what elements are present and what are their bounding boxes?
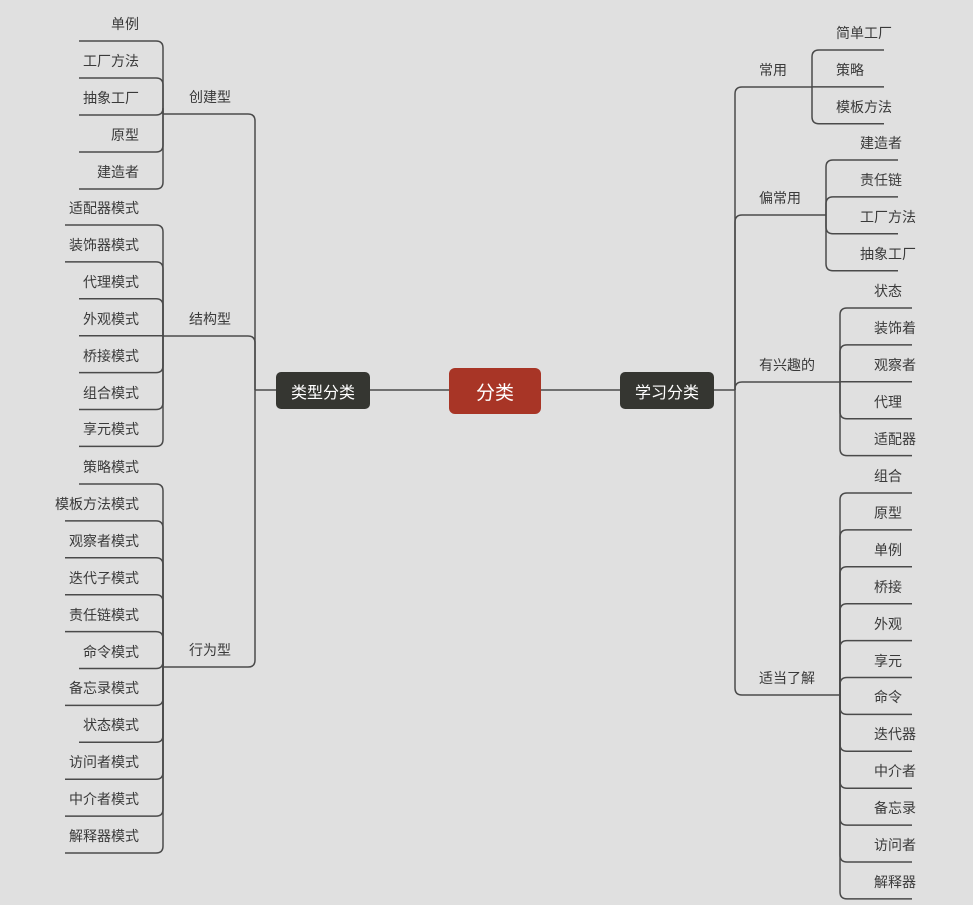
leaf-label-left[interactable]: 观察者模式 (69, 532, 139, 552)
leaf-label-right[interactable]: 模板方法 (836, 98, 892, 118)
leaf-label-left[interactable]: 状态模式 (83, 716, 139, 736)
leaf-label-right[interactable]: 享元 (874, 652, 902, 672)
connector-item (79, 107, 164, 116)
leaf-label-left[interactable]: 组合模式 (83, 384, 139, 404)
leaf-label-left[interactable]: 单例 (111, 15, 139, 35)
group-label-right[interactable]: 偏常用 (759, 189, 801, 209)
leaf-label-right[interactable]: 外观 (874, 615, 902, 635)
leaf-label-right[interactable]: 简单工厂 (836, 24, 892, 44)
connector-left-group (184, 390, 256, 668)
leaf-label-right[interactable]: 建造者 (860, 134, 902, 154)
group-label-right[interactable]: 常用 (759, 61, 787, 81)
leaf-label-right[interactable]: 解释器 (874, 873, 916, 893)
leaf-label-left[interactable]: 代理模式 (83, 273, 139, 293)
leaf-label-right[interactable]: 中介者 (874, 762, 916, 782)
leaf-label-left[interactable]: 备忘录模式 (69, 679, 139, 699)
leaf-label-right[interactable]: 迭代器 (874, 725, 916, 745)
leaf-label-right[interactable]: 状态 (874, 282, 902, 302)
leaf-label-right[interactable]: 观察者 (874, 356, 916, 376)
group-label-left[interactable]: 结构型 (189, 310, 231, 330)
connector-right-group (734, 390, 792, 696)
connector-lines (65, 40, 912, 900)
leaf-label-right[interactable]: 命令 (874, 688, 902, 708)
connector-right-group (734, 381, 792, 390)
leaf-label-left[interactable]: 抽象工厂 (83, 89, 139, 109)
leaf-label-left[interactable]: 访问者模式 (69, 753, 139, 773)
connector-right-group (734, 86, 792, 390)
group-label-left[interactable]: 创建型 (189, 88, 231, 108)
leaf-label-right[interactable]: 备忘录 (874, 799, 916, 819)
connector-item (79, 661, 164, 670)
leaf-label-right[interactable]: 原型 (874, 504, 902, 524)
leaf-label-left[interactable]: 解释器模式 (69, 827, 139, 847)
group-label-right[interactable]: 有兴趣的 (759, 356, 815, 376)
root-node[interactable]: 分类 (449, 368, 541, 414)
leaf-label-left[interactable]: 中介者模式 (69, 790, 139, 810)
leaf-label-left[interactable]: 模板方法模式 (55, 495, 139, 515)
leaf-label-right[interactable]: 访问者 (874, 836, 916, 856)
leaf-label-right[interactable]: 适配器 (874, 430, 916, 450)
leaf-label-right[interactable]: 桥接 (874, 578, 902, 598)
group-label-right[interactable]: 适当了解 (759, 669, 815, 689)
leaf-label-left[interactable]: 桥接模式 (83, 347, 139, 367)
branch-node-type-classification[interactable]: 类型分类 (276, 372, 370, 409)
leaf-label-left[interactable]: 原型 (111, 126, 139, 146)
leaf-label-left[interactable]: 适配器模式 (69, 199, 139, 219)
leaf-label-right[interactable]: 抽象工厂 (860, 245, 916, 265)
leaf-label-right[interactable]: 单例 (874, 541, 902, 561)
leaf-label-left[interactable]: 策略模式 (83, 458, 139, 478)
branch-node-learning-classification[interactable]: 学习分类 (620, 372, 714, 409)
leaf-label-left[interactable]: 外观模式 (83, 310, 139, 330)
group-label-left[interactable]: 行为型 (189, 641, 231, 661)
connector-left-group (184, 335, 256, 390)
leaf-label-right[interactable]: 策略 (836, 61, 864, 81)
leaf-label-left[interactable]: 责任链模式 (69, 606, 139, 626)
mind-map: 分类 类型分类 学习分类 创建型 单例 工厂方法 抽象工厂 原型 建造者 结构型 适配器模式装… (0, 0, 973, 905)
leaf-label-left[interactable]: 享元模式 (83, 420, 139, 440)
leaf-label-right[interactable]: 工厂方法 (860, 208, 916, 228)
leaf-label-right[interactable]: 责任链 (860, 171, 902, 191)
leaf-label-left[interactable]: 建造者 (97, 163, 139, 183)
leaf-label-right[interactable]: 装饰着 (874, 319, 916, 339)
leaf-label-left[interactable]: 命令模式 (83, 643, 139, 663)
leaf-label-left[interactable]: 工厂方法 (83, 52, 139, 72)
leaf-label-right[interactable]: 代理 (874, 393, 902, 413)
leaf-label-left[interactable]: 装饰器模式 (69, 236, 139, 256)
connector-left-group (184, 113, 256, 390)
leaf-label-right[interactable]: 组合 (874, 467, 902, 487)
leaf-label-left[interactable]: 迭代子模式 (69, 569, 139, 589)
